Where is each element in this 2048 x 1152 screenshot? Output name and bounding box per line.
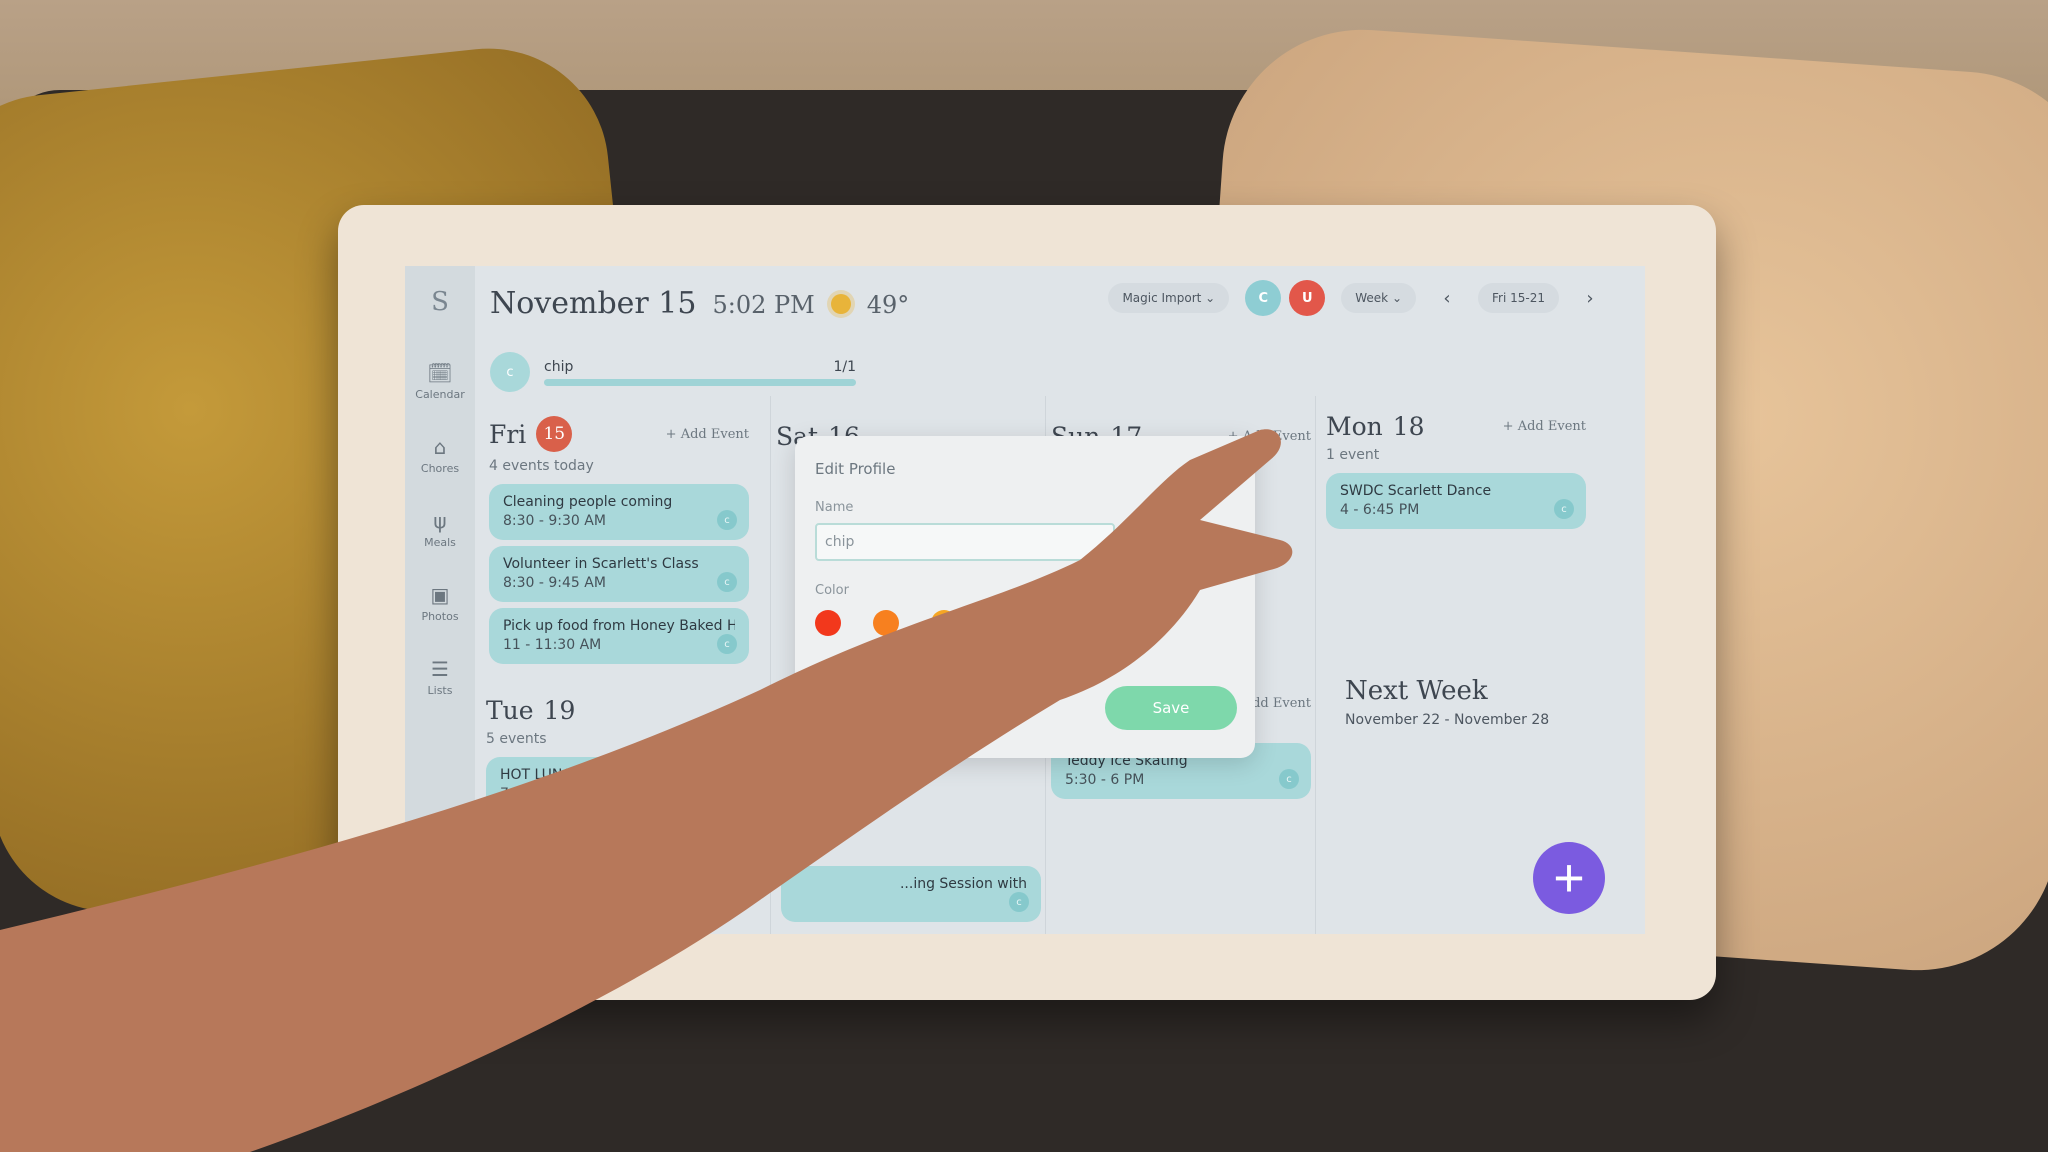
nav-label: Lists (427, 684, 453, 697)
day-name: Fri (489, 419, 527, 449)
event-avatar: c (717, 510, 737, 530)
sidebar-item-meals[interactable]: ψ Meals (405, 498, 475, 560)
day-column-mon: Mon 18 + Add Event 1 event SWDC Scarlett D… (1320, 412, 1592, 535)
sidebar: S 🗓 Calendar ⌂ Chores ψ Meals ▣ Photos ☰ List… (405, 266, 475, 934)
calendar-screen: S 🗓 Calendar ⌂ Chores ψ Meals ▣ Photos ☰ List… (405, 266, 1645, 934)
day-name: Mon (1326, 412, 1383, 441)
event-card[interactable]: Cleaning people coming 8:30 - 9:30 AM c (489, 484, 749, 540)
add-fab-button[interactable]: + (1533, 842, 1605, 914)
chore-progress[interactable]: c chip 1/1 (490, 352, 856, 392)
chevron-down-icon: ⌄ (1391, 291, 1403, 305)
event-card[interactable]: ...ing Session with c (781, 866, 1041, 922)
sidebar-item-calendar[interactable]: 🗓 Calendar (405, 350, 475, 412)
color-swatch-red[interactable] (815, 610, 841, 636)
add-event-button[interactable]: + Add Event (1503, 419, 1586, 434)
color-swatch-amber[interactable] (931, 610, 957, 636)
sidebar-item-lists[interactable]: ☰ Lists (405, 646, 475, 708)
name-label: Name (815, 500, 854, 515)
current-time: 5:02 PM (712, 291, 815, 319)
event-avatar: c (1009, 892, 1029, 912)
header: November 15 5:02 PM 49° (490, 286, 909, 321)
view-label: Week (1355, 291, 1389, 305)
magic-import-label: Magic Import (1122, 291, 1202, 305)
event-avatar: c (717, 572, 737, 592)
broom-icon: ⌂ (433, 435, 447, 459)
view-dropdown[interactable]: Week ⌄ (1341, 283, 1417, 313)
color-swatch-orange[interactable] (873, 610, 899, 636)
event-avatar: c (1554, 499, 1574, 519)
color-label: Color (815, 583, 849, 598)
event-count: 5 events (486, 731, 547, 747)
chore-count: 1/1 (833, 358, 856, 375)
event-card[interactable]: HOT LUNCH 7 (486, 757, 746, 813)
utensils-icon: ψ (433, 509, 447, 533)
today-badge: 15 (536, 416, 573, 452)
edit-profile-modal: Edit Profile Name Color Save (795, 436, 1255, 758)
date-range[interactable]: Fri 15-21 (1478, 283, 1559, 313)
next-week-range: November 22 - November 28 (1345, 712, 1550, 728)
nav-label: Chores (420, 462, 460, 475)
temperature: 49° (866, 291, 910, 319)
profile-avatar-u[interactable]: U (1289, 280, 1326, 316)
event-card[interactable]: Volunteer in Scarlett's Class 8:30 - 9:45… (489, 546, 749, 602)
event-count: 1 event (1326, 447, 1380, 463)
sidebar-item-chores[interactable]: ⌂ Chores (405, 424, 475, 486)
add-event-button[interactable]: + Add Event (666, 427, 749, 442)
profile-avatar-c[interactable]: C (1245, 280, 1282, 316)
next-week-title: Next Week (1345, 676, 1488, 706)
save-button[interactable]: Save (1105, 686, 1237, 730)
day-column-tue: Tue 19 5 events HOT LUNCH 7 (480, 696, 752, 819)
calendar-icon: 🗓 (427, 361, 453, 385)
event-avatar: c (717, 634, 737, 654)
chore-progress-bar (544, 378, 856, 386)
prev-week-button[interactable]: ‹ (1432, 288, 1462, 309)
header-controls: Magic Import ⌄ C U Week ⌄ ‹ Fri 15-21 › (1108, 280, 1605, 316)
name-input[interactable] (815, 523, 1115, 561)
divider (770, 396, 771, 934)
chore-person-name: chip (544, 358, 574, 375)
next-week-button[interactable]: › (1575, 288, 1605, 309)
chevron-down-icon: ⌄ (1205, 291, 1216, 305)
day-name: Tue (486, 696, 534, 725)
nav-label: Photos (421, 610, 459, 623)
app-logo: S (431, 287, 449, 317)
event-count: 4 events today (489, 458, 594, 474)
event-card[interactable]: SWDC Scarlett Dance 4 - 6:45 PM c (1326, 473, 1586, 529)
divider (1315, 396, 1316, 934)
event-avatar: c (1279, 769, 1299, 789)
magic-import-dropdown[interactable]: Magic Import ⌄ (1108, 283, 1230, 313)
day-number: 19 (543, 696, 576, 725)
next-week-section[interactable]: Next Week November 22 - November 28 (1345, 676, 1549, 728)
chip-avatar: c (490, 352, 530, 392)
list-icon: ☰ (431, 657, 449, 681)
modal-title: Edit Profile (815, 460, 896, 478)
image-icon: ▣ (430, 583, 450, 607)
date-title: November 15 (490, 286, 697, 321)
sidebar-item-photos[interactable]: ▣ Photos (405, 572, 475, 634)
day-column-wed: ...ing Session with c (775, 866, 1047, 928)
day-column-fri: Fri 15 + Add Event 4 events today Cleaning… (483, 416, 755, 670)
nav-label: Calendar (415, 388, 465, 401)
day-number: 18 (1392, 412, 1425, 441)
nav-label: Meals (424, 536, 456, 549)
sun-icon (830, 293, 851, 314)
event-card[interactable]: Pick up food from Honey Baked H 11 - 11:3… (489, 608, 749, 664)
